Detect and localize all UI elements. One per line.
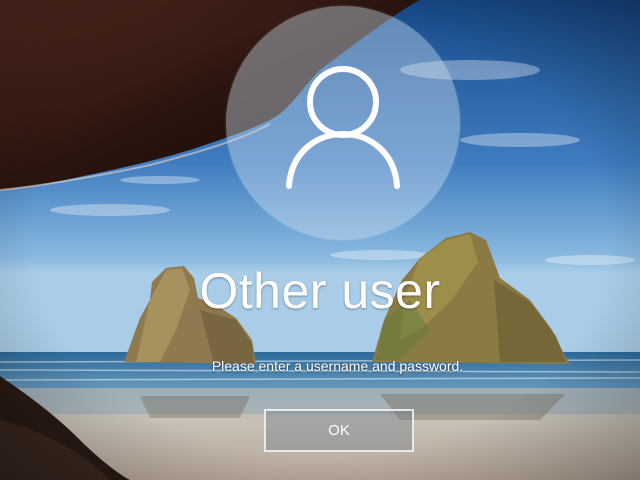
user-name-title: Other user — [199, 263, 441, 319]
ok-button[interactable]: OK — [264, 409, 414, 452]
user-icon — [286, 66, 400, 189]
login-message: Please enter a username and password. — [211, 358, 464, 374]
